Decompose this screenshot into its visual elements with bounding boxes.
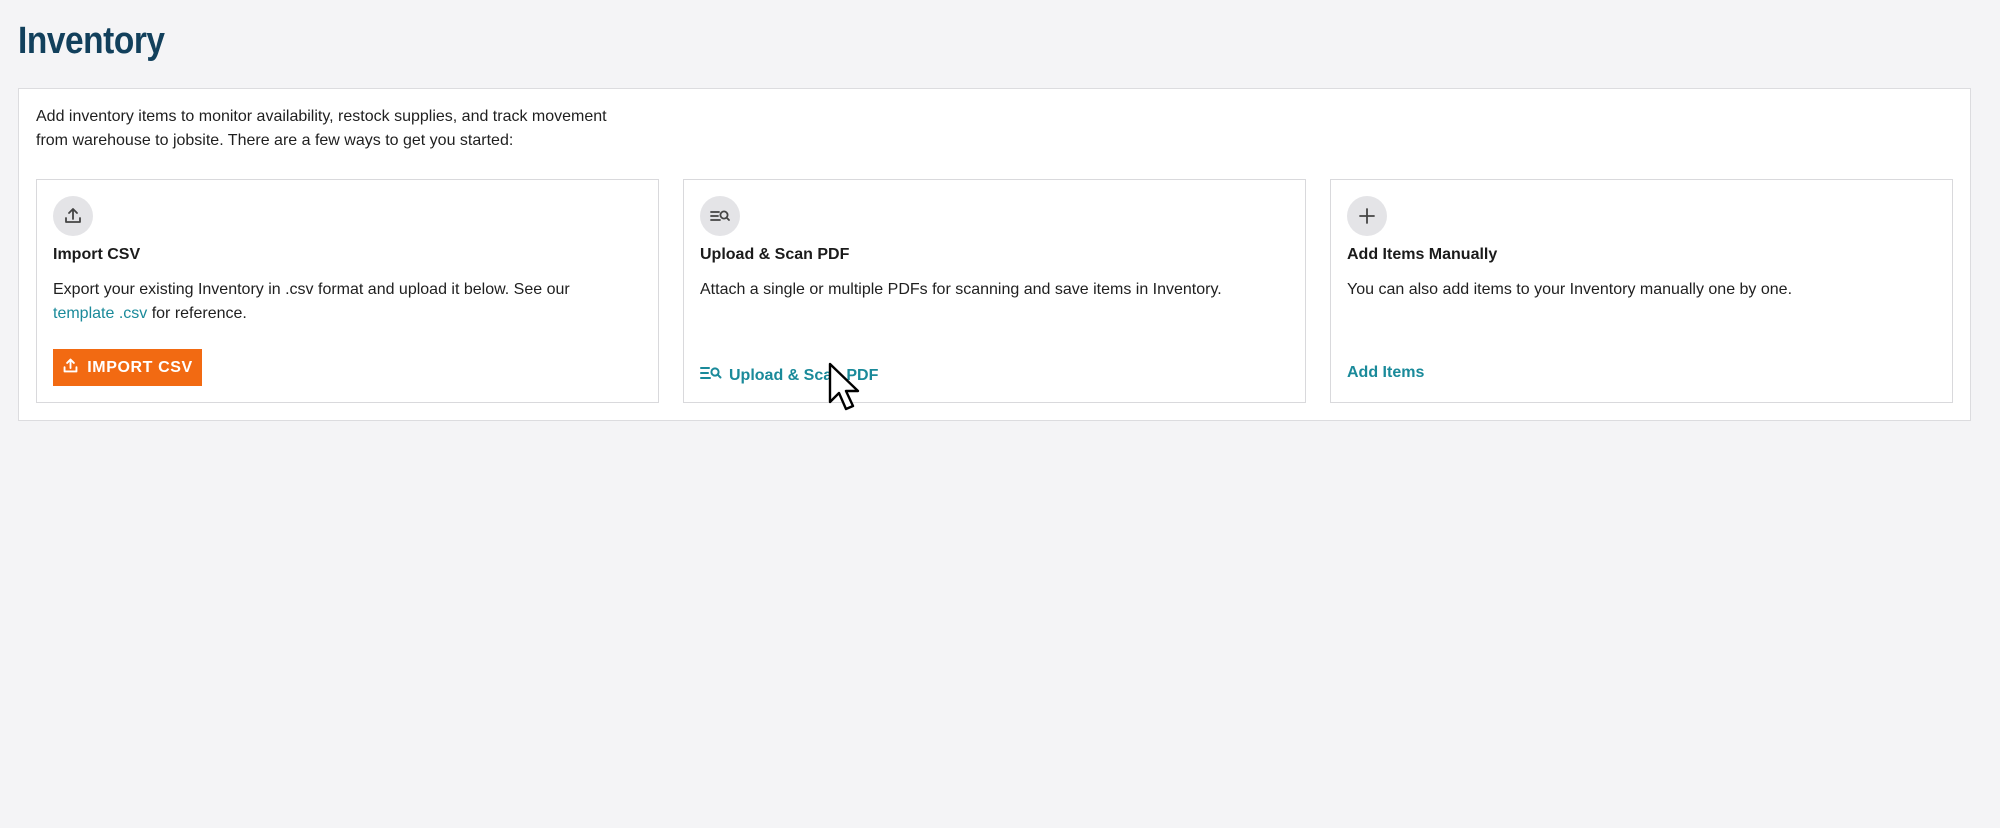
template-csv-link[interactable]: template .csv	[53, 305, 147, 322]
upload-scan-pdf-card: Upload & Scan PDF Attach a single or mul…	[683, 179, 1306, 403]
upload-scan-pdf-title: Upload & Scan PDF	[700, 246, 850, 263]
import-csv-description: Export your existing Inventory in .csv f…	[53, 278, 633, 326]
import-csv-button-label: IMPORT CSV	[87, 358, 193, 376]
add-items-link-label: Add Items	[1347, 364, 1425, 381]
add-items-manually-description: You can also add items to your Inventory…	[1347, 281, 1793, 298]
scan-list-icon	[700, 196, 740, 236]
add-items-manually-title: Add Items Manually	[1347, 246, 1498, 263]
add-items-link[interactable]: Add Items	[1347, 364, 1424, 382]
upload-scan-pdf-link-label: Upload & Scan PDF	[729, 366, 879, 384]
upload-icon	[53, 196, 93, 236]
scan-list-icon	[700, 364, 722, 387]
import-csv-button[interactable]: IMPORT CSV	[53, 349, 202, 386]
import-csv-card: Import CSV Export your existing Inventor…	[36, 179, 659, 403]
inventory-onboarding-panel: Add inventory items to monitor availabil…	[18, 88, 1971, 421]
import-csv-title: Import CSV	[53, 246, 141, 263]
page-title: Inventory	[18, 20, 165, 62]
upload-icon	[62, 357, 79, 379]
intro-line-1: Add inventory items to monitor availabil…	[36, 108, 607, 125]
import-csv-desc-text: Export your existing Inventory in .csv f…	[53, 281, 570, 298]
intro-text: Add inventory items to monitor availabil…	[36, 105, 676, 153]
import-csv-desc-suffix: for reference.	[147, 305, 247, 322]
upload-scan-pdf-description: Attach a single or multiple PDFs for sca…	[700, 281, 1222, 298]
intro-line-2: from warehouse to jobsite. There are a f…	[36, 132, 514, 149]
upload-scan-pdf-link[interactable]: Upload & Scan PDF	[700, 364, 878, 387]
add-items-manually-card: Add Items Manually You can also add item…	[1330, 179, 1953, 403]
plus-icon	[1347, 196, 1387, 236]
